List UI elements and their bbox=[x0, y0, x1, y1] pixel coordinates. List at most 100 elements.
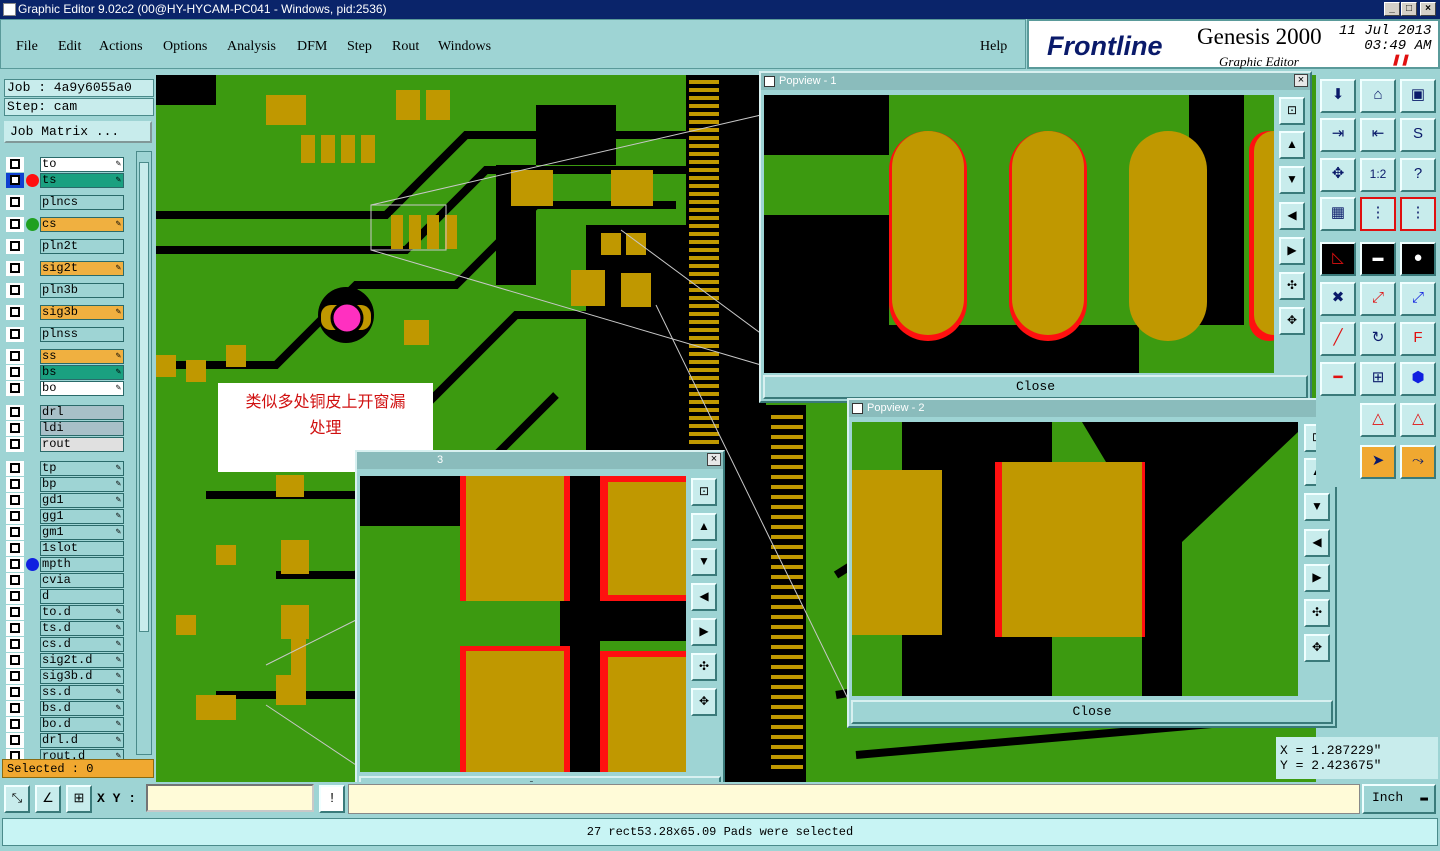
layer-name[interactable]: sig3b.d ✎ bbox=[40, 669, 124, 684]
popview-3-close-x[interactable]: × bbox=[707, 453, 721, 466]
layer-checkbox[interactable] bbox=[10, 687, 20, 697]
layer-row[interactable]: 1slot bbox=[6, 541, 124, 556]
box-select-icon[interactable]: ⊞ bbox=[1360, 362, 1396, 396]
layer-checkbox[interactable] bbox=[10, 219, 20, 229]
layer-name[interactable]: ss ✎ bbox=[40, 349, 124, 364]
popview-3-fit-button[interactable]: ⊡ bbox=[691, 478, 717, 506]
layer-name[interactable]: tp ✎ bbox=[40, 461, 124, 476]
layer-name[interactable]: 1slot bbox=[40, 541, 124, 556]
grid-icon[interactable]: ▦ bbox=[1320, 197, 1356, 231]
zoom-in-tool-icon[interactable]: ⇥ bbox=[1320, 118, 1356, 152]
popview-2-pan-down-button[interactable]: ▼ bbox=[1304, 493, 1330, 521]
measure-alt-icon[interactable]: ⤢ bbox=[1400, 282, 1436, 316]
draw-line-icon[interactable]: ◺ bbox=[1320, 242, 1356, 276]
layer-row[interactable]: gd1 ✎ bbox=[6, 493, 124, 508]
layer-checkbox[interactable] bbox=[10, 671, 20, 681]
layer-row[interactable]: ts.d ✎ bbox=[6, 621, 124, 636]
popview-1-zoom-out-button[interactable]: ✥ bbox=[1279, 307, 1305, 335]
popview-1-view[interactable] bbox=[764, 95, 1274, 373]
menu-actions[interactable]: Actions bbox=[99, 39, 143, 55]
popview-1-pan-down-button[interactable]: ▼ bbox=[1279, 166, 1305, 194]
layer-name[interactable]: plncs bbox=[40, 195, 124, 210]
layer-row[interactable]: bo.d ✎ bbox=[6, 717, 124, 732]
window-icon[interactable]: ▣ bbox=[1400, 79, 1436, 113]
layer-name[interactable]: ts.d ✎ bbox=[40, 621, 124, 636]
layer-checkbox[interactable] bbox=[10, 719, 20, 729]
layer-checkbox[interactable] bbox=[10, 639, 20, 649]
layer-row[interactable]: to ✎ bbox=[6, 157, 124, 172]
popview-1-titlebar[interactable]: Popview - 1 × bbox=[761, 73, 1310, 90]
horizontal-line-icon[interactable]: ━ bbox=[1320, 362, 1356, 396]
layer-row[interactable]: bp ✎ bbox=[6, 477, 124, 492]
layer-row[interactable]: cs ✎ bbox=[6, 217, 124, 232]
popview-1[interactable]: Popview - 1 × ⊡ ▲ ▼ ◀ ▶ ✣ ✥ Close bbox=[759, 71, 1312, 403]
layer-row[interactable]: bs ✎ bbox=[6, 365, 124, 380]
layer-checkbox[interactable] bbox=[10, 703, 20, 713]
layer-checkbox[interactable] bbox=[10, 591, 20, 601]
layer-row[interactable]: ldi bbox=[6, 421, 124, 436]
layer-row[interactable]: rout bbox=[6, 437, 124, 452]
popview-1-zoom-in-button[interactable]: ✣ bbox=[1279, 272, 1305, 300]
maximize-button[interactable]: □ bbox=[1401, 2, 1417, 16]
layer-name[interactable]: gd1 ✎ bbox=[40, 493, 124, 508]
layer-name[interactable]: sig3b ✎ bbox=[40, 305, 124, 320]
line-icon[interactable]: ╱ bbox=[1320, 322, 1356, 356]
popview-3-zoom-out-button[interactable]: ✥ bbox=[691, 688, 717, 716]
zoom-out-tool-icon[interactable]: ⇤ bbox=[1360, 118, 1396, 152]
layer-row[interactable]: d bbox=[6, 589, 124, 604]
zoom-area-icon[interactable]: ⤡ bbox=[4, 785, 30, 813]
layer-name[interactable]: plnss bbox=[40, 327, 124, 342]
menu-analysis[interactable]: Analysis bbox=[227, 39, 276, 55]
layer-name[interactable]: bs.d ✎ bbox=[40, 701, 124, 716]
layer-name[interactable]: rout bbox=[40, 437, 124, 452]
layer-row[interactable]: plnss bbox=[6, 327, 124, 342]
layer-checkbox[interactable] bbox=[10, 463, 20, 473]
redraw-icon[interactable]: S bbox=[1400, 118, 1436, 152]
xy-input[interactable] bbox=[146, 784, 314, 812]
layer-checkbox[interactable] bbox=[10, 527, 20, 537]
layer-name[interactable]: mpth bbox=[40, 557, 124, 572]
layer-row[interactable]: pln3b bbox=[6, 283, 124, 298]
layer-row[interactable]: sig3b.d ✎ bbox=[6, 669, 124, 684]
popview-2-pan-right-button[interactable]: ▶ bbox=[1304, 564, 1330, 592]
popview-2-titlebar[interactable]: Popview - 2 × bbox=[849, 400, 1335, 417]
point-icon[interactable]: ● bbox=[1400, 242, 1436, 276]
layer-row[interactable]: gg1 ✎ bbox=[6, 509, 124, 524]
popview-3-view[interactable] bbox=[360, 476, 686, 772]
snap-center-icon[interactable]: ⋮ bbox=[1400, 197, 1436, 231]
layer-row[interactable]: tp ✎ bbox=[6, 461, 124, 476]
selected-via[interactable] bbox=[330, 301, 364, 335]
menu-edit[interactable]: Edit bbox=[58, 39, 81, 55]
menu-file[interactable]: File bbox=[16, 39, 38, 55]
layer-row[interactable]: gm1 ✎ bbox=[6, 525, 124, 540]
popview-1-pan-up-button[interactable]: ▲ bbox=[1279, 131, 1305, 159]
cross-select-icon[interactable]: ✖ bbox=[1320, 282, 1356, 316]
scroll-thumb[interactable] bbox=[139, 162, 149, 632]
ruler-icon[interactable]: ▬ bbox=[1360, 242, 1396, 276]
popview-1-fit-button[interactable]: ⊡ bbox=[1279, 97, 1305, 125]
save-icon[interactable]: ⬇ bbox=[1320, 79, 1356, 113]
layer-checkbox[interactable] bbox=[10, 197, 20, 207]
layer-row[interactable]: bs.d ✎ bbox=[6, 701, 124, 716]
units-selector[interactable]: Inch ▬ bbox=[1362, 784, 1436, 814]
layer-checkbox[interactable] bbox=[10, 159, 20, 169]
layer-checkbox[interactable] bbox=[10, 559, 20, 569]
menu-help[interactable]: Help bbox=[980, 39, 1007, 55]
layer-row[interactable]: cvia bbox=[6, 573, 124, 588]
popview-3-titlebar[interactable]: 3 × bbox=[357, 452, 723, 469]
layer-name[interactable]: cs ✎ bbox=[40, 217, 124, 232]
layer-name[interactable]: ldi bbox=[40, 421, 124, 436]
layer-row[interactable]: sig2t ✎ bbox=[6, 261, 124, 276]
layer-checkbox[interactable] bbox=[10, 623, 20, 633]
layer-name[interactable]: bo ✎ bbox=[40, 381, 124, 396]
layer-name[interactable]: to.d ✎ bbox=[40, 605, 124, 620]
arc-icon[interactable]: ↻ bbox=[1360, 322, 1396, 356]
popview-3-zoom-in-button[interactable]: ✣ bbox=[691, 653, 717, 681]
popview-3-pan-up-button[interactable]: ▲ bbox=[691, 513, 717, 541]
layer-name[interactable]: bs ✎ bbox=[40, 365, 124, 380]
help-icon[interactable]: ? bbox=[1400, 158, 1436, 192]
layer-name[interactable]: cvia bbox=[40, 573, 124, 588]
layer-checkbox[interactable] bbox=[10, 575, 20, 585]
layer-name[interactable]: d bbox=[40, 589, 124, 604]
layer-checkbox[interactable] bbox=[10, 285, 20, 295]
